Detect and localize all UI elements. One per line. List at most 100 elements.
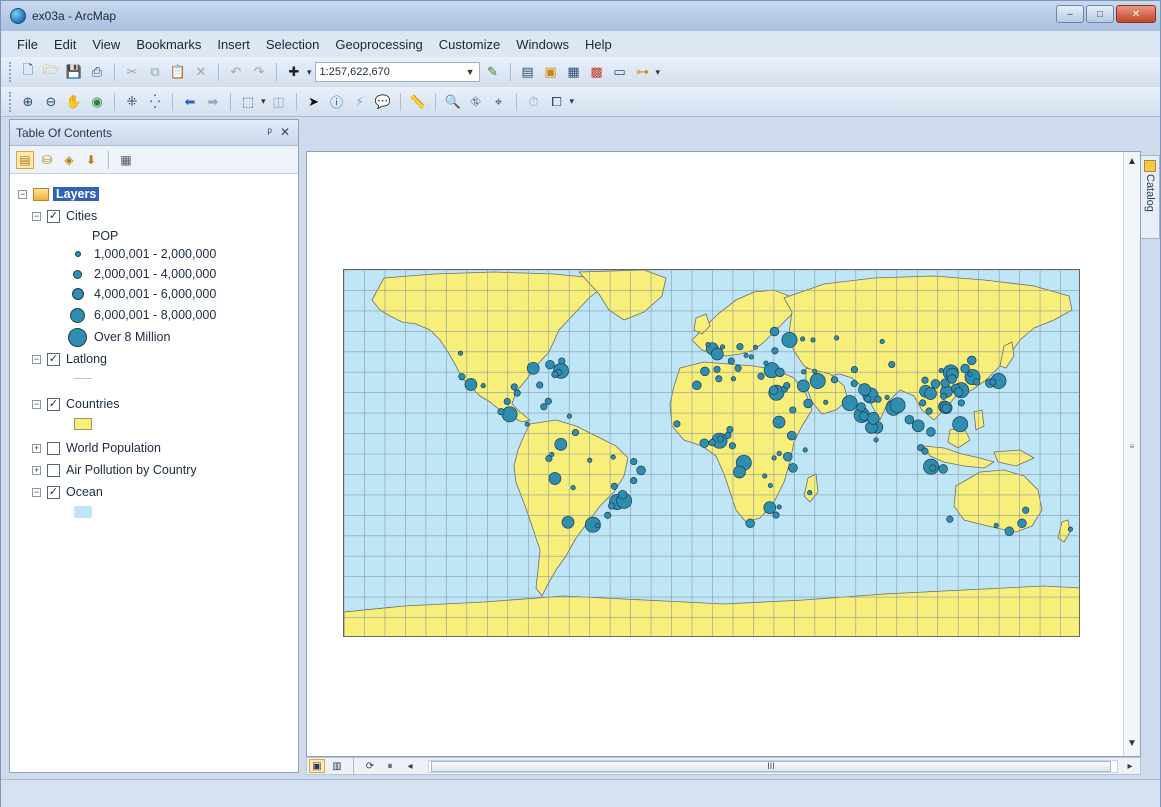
pin-icon[interactable]: ᵖ: [267, 125, 272, 139]
menu-insert[interactable]: Insert: [209, 37, 258, 52]
collapse-icon[interactable]: −: [32, 354, 41, 364]
layer-name[interactable]: Latlong: [66, 352, 107, 366]
close-icon[interactable]: ✕: [280, 125, 290, 139]
options-icon[interactable]: ▦: [117, 151, 135, 169]
collapse-icon[interactable]: −: [32, 211, 41, 221]
layer-visibility-checkbox[interactable]: ✓: [47, 397, 60, 411]
minimize-button[interactable]: –: [1056, 5, 1084, 23]
layer-name[interactable]: Air Pollution by Country: [66, 463, 197, 477]
table-of-contents-icon[interactable]: ▤: [518, 62, 538, 82]
horizontal-scrollbar[interactable]: III: [428, 759, 1118, 773]
legend-class-row[interactable]: 4,000,001 - 6,000,000: [68, 284, 216, 304]
legend-class-row[interactable]: Over 8 Million: [68, 327, 170, 347]
fixed-zoom-out-icon[interactable]: ⁛: [145, 92, 165, 112]
open-folder-icon[interactable]: 🗁: [41, 62, 61, 82]
full-extent-icon[interactable]: ◉: [87, 92, 107, 112]
layer-name[interactable]: Cities: [66, 209, 97, 223]
menu-selection[interactable]: Selection: [258, 37, 327, 52]
data-frame-label[interactable]: Layers: [53, 187, 100, 201]
collapse-icon[interactable]: −: [32, 487, 41, 497]
collapse-icon[interactable]: −: [18, 189, 27, 199]
layer-visibility-checkbox[interactable]: ✓: [47, 485, 60, 499]
paste-icon[interactable]: 📋: [168, 62, 188, 82]
close-button[interactable]: ✕: [1116, 5, 1156, 23]
copy-icon[interactable]: ⧉: [145, 62, 165, 82]
layer-name[interactable]: Ocean: [66, 485, 103, 499]
layer-visibility-checkbox[interactable]: ✓: [47, 352, 60, 366]
clear-selection-icon[interactable]: ◫: [269, 92, 289, 112]
horizontal-scroll-thumb[interactable]: III: [431, 760, 1111, 772]
select-dropdown-icon[interactable]: ▾: [261, 96, 266, 107]
scroll-down-icon[interactable]: ▼: [1127, 738, 1137, 749]
menu-geoprocessing[interactable]: Geoprocessing: [327, 37, 430, 52]
menu-view[interactable]: View: [84, 37, 128, 52]
layer-air-pollution-row[interactable]: + Air Pollution by Country: [32, 460, 197, 480]
model-builder-icon[interactable]: ⊶: [633, 62, 653, 82]
find-icon[interactable]: 🔍: [443, 92, 463, 112]
delete-icon[interactable]: ✕: [191, 62, 211, 82]
back-arrow-icon[interactable]: ⬅: [180, 92, 200, 112]
layer-name[interactable]: Countries: [66, 397, 120, 411]
collapse-icon[interactable]: −: [32, 399, 41, 409]
add-data-dropdown-icon[interactable]: ▾: [307, 67, 312, 78]
html-popup-icon[interactable]: 💬: [373, 92, 393, 112]
menu-file[interactable]: File: [9, 37, 46, 52]
select-elements-icon[interactable]: ➤: [304, 92, 324, 112]
menu-customize[interactable]: Customize: [431, 37, 508, 52]
list-by-selection-icon[interactable]: ⬇: [82, 151, 100, 169]
print-icon[interactable]: ⎙: [87, 62, 107, 82]
scroll-thumb[interactable]: ≡: [1127, 442, 1137, 464]
find-route-icon[interactable]: ⛗: [466, 92, 486, 112]
arctoolbox-icon[interactable]: ▩: [587, 62, 607, 82]
toolbar-options-icon[interactable]: ▾: [570, 96, 575, 107]
layer-countries-row[interactable]: − ✓ Countries: [32, 394, 120, 414]
pan-icon[interactable]: ✋: [64, 92, 84, 112]
time-slider-icon[interactable]: ⏱: [524, 92, 544, 112]
layer-visibility-checkbox[interactable]: [47, 441, 60, 455]
python-window-icon[interactable]: ▭: [610, 62, 630, 82]
layer-visibility-checkbox[interactable]: ✓: [47, 209, 60, 223]
maximize-button[interactable]: □: [1086, 5, 1114, 23]
layout-view-icon[interactable]: ▥: [329, 759, 345, 773]
world-map[interactable]: [343, 269, 1080, 637]
undo-icon[interactable]: ↶: [226, 62, 246, 82]
layers-root-row[interactable]: − Layers: [18, 184, 100, 204]
menu-help[interactable]: Help: [577, 37, 620, 52]
new-document-icon[interactable]: 🗋: [18, 62, 38, 82]
data-view-icon[interactable]: ▣: [309, 759, 325, 773]
toolbar-grip[interactable]: [9, 62, 12, 82]
measure-icon[interactable]: 📏: [408, 92, 428, 112]
legend-class-row[interactable]: 6,000,001 - 8,000,000: [68, 305, 216, 325]
layer-name[interactable]: World Population: [66, 441, 161, 455]
pause-drawing-icon[interactable]: ⏸: [382, 759, 398, 773]
forward-arrow-icon[interactable]: ➡: [203, 92, 223, 112]
legend-class-row[interactable]: 2,000,001 - 4,000,000: [68, 264, 216, 284]
layer-world-population-row[interactable]: + World Population: [32, 438, 161, 458]
save-icon[interactable]: 💾: [64, 62, 84, 82]
map-scale-input[interactable]: 1:257,622,670 ▼: [314, 62, 480, 82]
zoom-in-icon[interactable]: ⊕: [18, 92, 38, 112]
world-map-canvas[interactable]: [344, 270, 1080, 637]
add-data-icon[interactable]: ✚: [284, 62, 304, 82]
menu-edit[interactable]: Edit: [46, 37, 84, 52]
menu-windows[interactable]: Windows: [508, 37, 577, 52]
layer-ocean-row[interactable]: − ✓ Ocean: [32, 482, 103, 502]
toolbar-grip[interactable]: [9, 91, 12, 112]
list-by-source-icon[interactable]: ⛁: [38, 151, 56, 169]
vertical-scrollbar[interactable]: ▲ ≡ ▼: [1123, 152, 1140, 756]
scroll-up-icon[interactable]: ▲: [1127, 156, 1137, 167]
cut-icon[interactable]: ✂: [122, 62, 142, 82]
fixed-zoom-in-icon[interactable]: ⁜: [122, 92, 142, 112]
redo-icon[interactable]: ↷: [249, 62, 269, 82]
layer-visibility-checkbox[interactable]: [47, 463, 60, 477]
toolbar-options-icon[interactable]: ▾: [656, 67, 661, 78]
list-by-visibility-icon[interactable]: ◈: [60, 151, 78, 169]
list-by-drawing-order-icon[interactable]: ▤: [16, 150, 34, 169]
go-to-xy-icon[interactable]: ⌖: [489, 92, 509, 112]
legend-class-row[interactable]: 1,000,001 - 2,000,000: [68, 244, 216, 264]
catalog-window-icon[interactable]: ▣: [541, 62, 561, 82]
create-viewer-window-icon[interactable]: ⧠: [547, 92, 567, 112]
expand-icon[interactable]: +: [32, 465, 41, 475]
zoom-out-icon[interactable]: ⊖: [41, 92, 61, 112]
menu-bookmarks[interactable]: Bookmarks: [128, 37, 209, 52]
